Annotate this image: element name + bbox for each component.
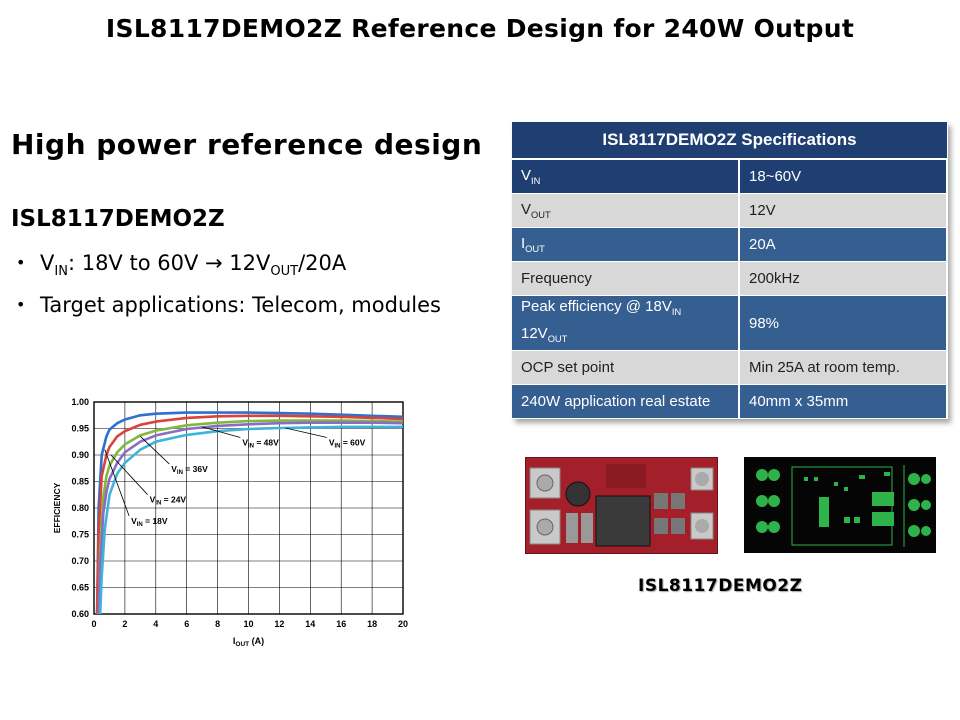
x-tick-label: 2 bbox=[122, 619, 127, 629]
y-tick-label: 0.70 bbox=[71, 556, 89, 566]
spec-param: OCP set point bbox=[512, 350, 740, 385]
bullet-dot-icon: • bbox=[16, 253, 26, 272]
x-tick-label: 16 bbox=[336, 619, 346, 629]
y-tick-label: 0.95 bbox=[71, 424, 89, 434]
spec-table: ISL8117DEMO2Z Specifications VIN 18~60V … bbox=[512, 122, 948, 419]
arrow-right-icon: → bbox=[205, 251, 223, 275]
spec-row: 240W application real estate 40mm x 35mm bbox=[512, 384, 948, 419]
y-tick-label: 0.65 bbox=[71, 583, 89, 593]
efficiency-chart: 0 2 4 6 8 10 12 14 16 18 20 1.00 0.95 0.90 0.85 0.80 0.7… bbox=[52, 397, 408, 648]
x-tick-label: 6 bbox=[184, 619, 189, 629]
x-tick-label: 4 bbox=[153, 619, 158, 629]
spec-param: Frequency bbox=[512, 261, 740, 296]
spec-row: Frequency 200kHz bbox=[512, 261, 948, 296]
red-board-photo bbox=[525, 457, 718, 554]
x-tick-label: 20 bbox=[398, 619, 408, 629]
spec-param: IOUT bbox=[512, 227, 740, 262]
x-tick-label: 12 bbox=[274, 619, 284, 629]
product-heading: ISL8117DEMO2Z bbox=[11, 206, 225, 232]
y-tick-label: 0.75 bbox=[71, 530, 89, 540]
bullet-applications: • Target applications: Telecom, modules bbox=[16, 288, 441, 322]
bullet-vin: • VIN: 18V to 60V → 12VOUT/20A bbox=[16, 246, 441, 288]
spec-param: 240W application real estate bbox=[512, 384, 740, 419]
x-tick-label: 14 bbox=[305, 619, 315, 629]
green-layout-photo bbox=[744, 457, 936, 553]
board-caption: ISL8117DEMO2Z bbox=[638, 576, 803, 596]
y-tick-label: 0.90 bbox=[71, 450, 89, 460]
spec-row: OCP set point Min 25A at room temp. bbox=[512, 350, 948, 385]
x-tick-label: 10 bbox=[243, 619, 253, 629]
spec-param: VIN bbox=[512, 159, 740, 194]
y-tick-label: 1.00 bbox=[71, 397, 89, 407]
spec-row: IOUT 20A bbox=[512, 227, 948, 262]
spec-value: 12V bbox=[739, 193, 948, 228]
spec-row: VIN 18~60V bbox=[512, 159, 948, 194]
y-tick-label: 0.85 bbox=[71, 477, 89, 487]
spec-value: 98% bbox=[739, 295, 948, 351]
spec-table-title: ISL8117DEMO2Z Specifications bbox=[512, 122, 947, 160]
y-axis-label: EFFICIENCY bbox=[52, 482, 62, 533]
spec-value: 40mm x 35mm bbox=[739, 384, 948, 419]
y-tick-label: 0.60 bbox=[71, 609, 89, 619]
spec-param: VOUT bbox=[512, 193, 740, 228]
spec-row: VOUT 12V bbox=[512, 193, 948, 228]
spec-value: 200kHz bbox=[739, 261, 948, 296]
x-tick-label: 0 bbox=[91, 619, 96, 629]
y-tick-label: 0.80 bbox=[71, 503, 89, 513]
spec-value: Min 25A at room temp. bbox=[739, 350, 948, 385]
bullet-dot-icon: • bbox=[16, 295, 26, 315]
x-tick-label: 18 bbox=[367, 619, 377, 629]
x-axis-label: IOUT (A) bbox=[233, 636, 264, 648]
spec-value: 20A bbox=[739, 227, 948, 262]
page-title: ISL8117DEMO2Z Reference Design for 240W … bbox=[105, 14, 855, 43]
spec-value: 18~60V bbox=[739, 159, 948, 194]
spec-row: Peak efficiency @ 18VIN 12VOUT 98% bbox=[512, 295, 948, 351]
x-tick-label: 8 bbox=[215, 619, 220, 629]
section-heading: High power reference design bbox=[11, 128, 483, 161]
spec-param: Peak efficiency @ 18VIN 12VOUT bbox=[512, 295, 740, 351]
bullet-list: • VIN: 18V to 60V → 12VOUT/20A • Target ap… bbox=[16, 246, 441, 322]
